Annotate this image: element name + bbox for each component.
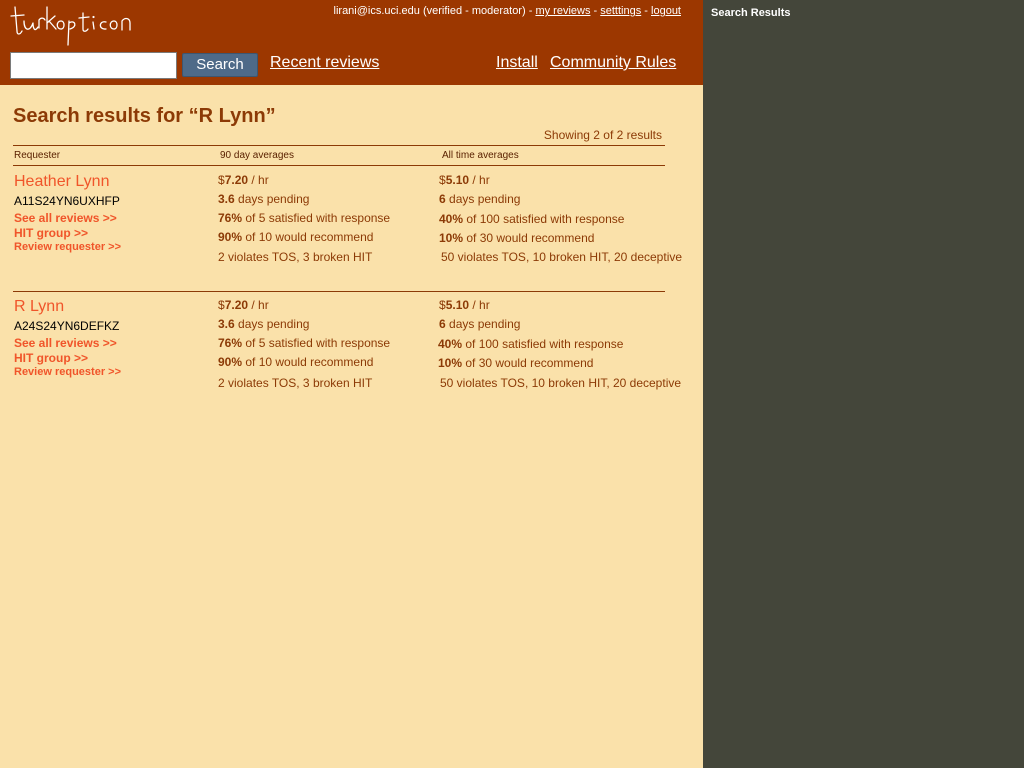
recommend-all-time: 10% of 30 would recommend	[438, 356, 594, 370]
days-pending-90-day: 3.6 days pending	[218, 317, 310, 331]
page-title: Search results for “R Lynn”	[13, 105, 276, 127]
days-pending-90-day: 3.6 days pending	[218, 192, 310, 206]
see-all-reviews-link[interactable]: See all reviews >>	[14, 336, 117, 350]
column-header-90-day: 90 day averages	[220, 150, 294, 161]
review-requester-link[interactable]: Review requester >>	[14, 241, 121, 253]
divider	[13, 291, 665, 292]
requester-name-link[interactable]: Heather Lynn	[14, 173, 109, 191]
review-requester-link[interactable]: Review requester >>	[14, 366, 121, 378]
hit-group-link[interactable]: HIT group >>	[14, 226, 88, 240]
recommend-90-day: 90% of 10 would recommend	[218, 230, 374, 244]
search-button[interactable]: Search	[182, 53, 258, 77]
recommend-90-day: 90% of 10 would recommend	[218, 355, 374, 369]
divider	[13, 145, 665, 146]
user-info: lirani@ics.uci.edu (verified - moderator…	[334, 5, 681, 17]
hit-group-link[interactable]: HIT group >>	[14, 351, 88, 365]
requester-id: A24S24YN6DEFKZ	[14, 319, 120, 333]
requester-id: A11S24YN6UXHFP	[14, 194, 120, 208]
requester-name-link[interactable]: R Lynn	[14, 298, 64, 316]
logout-link[interactable]: logout	[651, 5, 681, 17]
see-all-reviews-link[interactable]: See all reviews >>	[14, 211, 117, 225]
settings-link[interactable]: setttings	[600, 5, 641, 17]
violations-90-day: 2 violates TOS, 3 broken HIT	[218, 376, 373, 390]
pay-rate-90-day: $7.20 / hr	[218, 173, 269, 187]
column-header-requester: Requester	[14, 150, 61, 161]
satisfied-all-time: 40% of 100 satisfied with response	[438, 337, 624, 351]
satisfied-90-day: 76% of 5 satisfied with response	[218, 211, 391, 225]
user-email: lirani@ics.uci.edu (verified - moderator…	[333, 5, 526, 17]
pay-rate-90-day: $7.20 / hr	[218, 298, 269, 312]
days-pending-all-time: 6 days pending	[439, 192, 521, 206]
violations-all-time: 50 violates TOS, 10 broken HIT, 20 decep…	[441, 250, 683, 264]
side-panel-title: Search Results	[711, 7, 791, 19]
violations-all-time: 50 violates TOS, 10 broken HIT, 20 decep…	[440, 376, 682, 390]
recent-reviews-link[interactable]: Recent reviews	[270, 54, 379, 72]
pay-rate-all-time: $5.10 / hr	[439, 298, 490, 312]
my-reviews-link[interactable]: my reviews	[535, 5, 590, 17]
top-bar: turkopticon lirani@ics.uci.edu (verified…	[0, 0, 703, 85]
pay-rate-all-time: $5.10 / hr	[439, 173, 490, 187]
install-link[interactable]: Install	[496, 54, 538, 72]
separator: -	[644, 5, 652, 17]
main-panel: turkopticon lirani@ics.uci.edu (verified…	[0, 0, 703, 768]
turkopticon-logo[interactable]: turkopticon	[9, 1, 141, 49]
violations-90-day: 2 violates TOS, 3 broken HIT	[218, 250, 373, 264]
satisfied-all-time: 40% of 100 satisfied with response	[439, 212, 625, 226]
divider	[13, 165, 665, 166]
column-header-all-time: All time averages	[442, 150, 519, 161]
days-pending-all-time: 6 days pending	[439, 317, 521, 331]
search-input[interactable]	[10, 52, 177, 79]
satisfied-90-day: 76% of 5 satisfied with response	[218, 336, 391, 350]
results-count: Showing 2 of 2 results	[543, 128, 662, 142]
community-rules-link[interactable]: Community Rules	[550, 54, 676, 72]
recommend-all-time: 10% of 30 would recommend	[439, 231, 595, 245]
